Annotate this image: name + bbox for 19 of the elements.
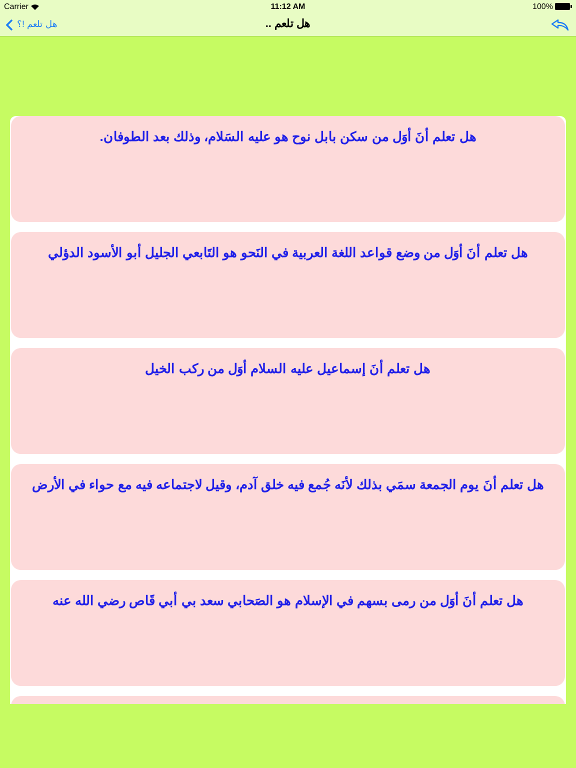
- fact-text: هل تعلم أنَ أوَل من سكن بابل نوح هو عليه السَلام، وذلك بعد الطوفان.: [98, 126, 478, 146]
- time-label: 11:12 AM: [270, 0, 306, 12]
- fact-card[interactable]: هل تعلم أنَ إسماعيل عليه السلام أوَل من ركب الخيل: [11, 348, 565, 454]
- fact-text: هل تعلم أنَ أوَل من رمى بسهم في الإسلام هو الصَحابي سعد بي أبي قَاص رضي الله عنه: [51, 590, 525, 610]
- fact-card[interactable]: هل تعلم أنَ أوَل من وضع قواعد اللغة العربية في النَحو هو التَابعي الجليل أبو الأسود الدؤلي: [11, 232, 565, 338]
- battery-label: 100%: [532, 0, 553, 12]
- fact-card[interactable]: هل تعلم أنَ يوم الجمعة سمَي بذلك لأنَه جُمع فيه خلق آدم، وقيل لاجتماعه فيه مع حواء في الأرض: [11, 464, 565, 570]
- fact-card[interactable]: هل تعلم أنَ أوَل من سكن بابل نوح هو عليه السَلام، وذلك بعد الطوفان.: [11, 116, 565, 222]
- back-button[interactable]: هل تلعم !؟: [6, 18, 126, 32]
- fact-text: هل تعلم أنَ أوَل من وضع قواعد اللغة العربية في النَحو هو التَابعي الجليل أبو الأسود الدؤلي: [47, 242, 529, 262]
- fact-card[interactable]: هل تعلم أنَ أوَل من رمى بسهم في الإسلام هو الصَحابي سعد بي أبي قَاص رضي الله عنه: [11, 580, 565, 686]
- chevron-left-icon: [6, 18, 13, 30]
- fact-text: هل تعلم أنَ يوم الجمعة سمَي بذلك لأنَه جُمع فيه خلق آدم، وقيل لاجتماعه فيه مع حواء في الأرض: [30, 474, 545, 494]
- fact-text: هل تعلم أنَ إسماعيل عليه السلام أوَل من ركب الخيل: [144, 358, 432, 378]
- battery-icon: [554, 3, 572, 10]
- carrier-label: Carrier: [4, 0, 28, 12]
- wifi-icon: [31, 4, 40, 10]
- nav-title: هل تلعم ..: [265, 17, 311, 32]
- reply-button[interactable]: [550, 18, 570, 32]
